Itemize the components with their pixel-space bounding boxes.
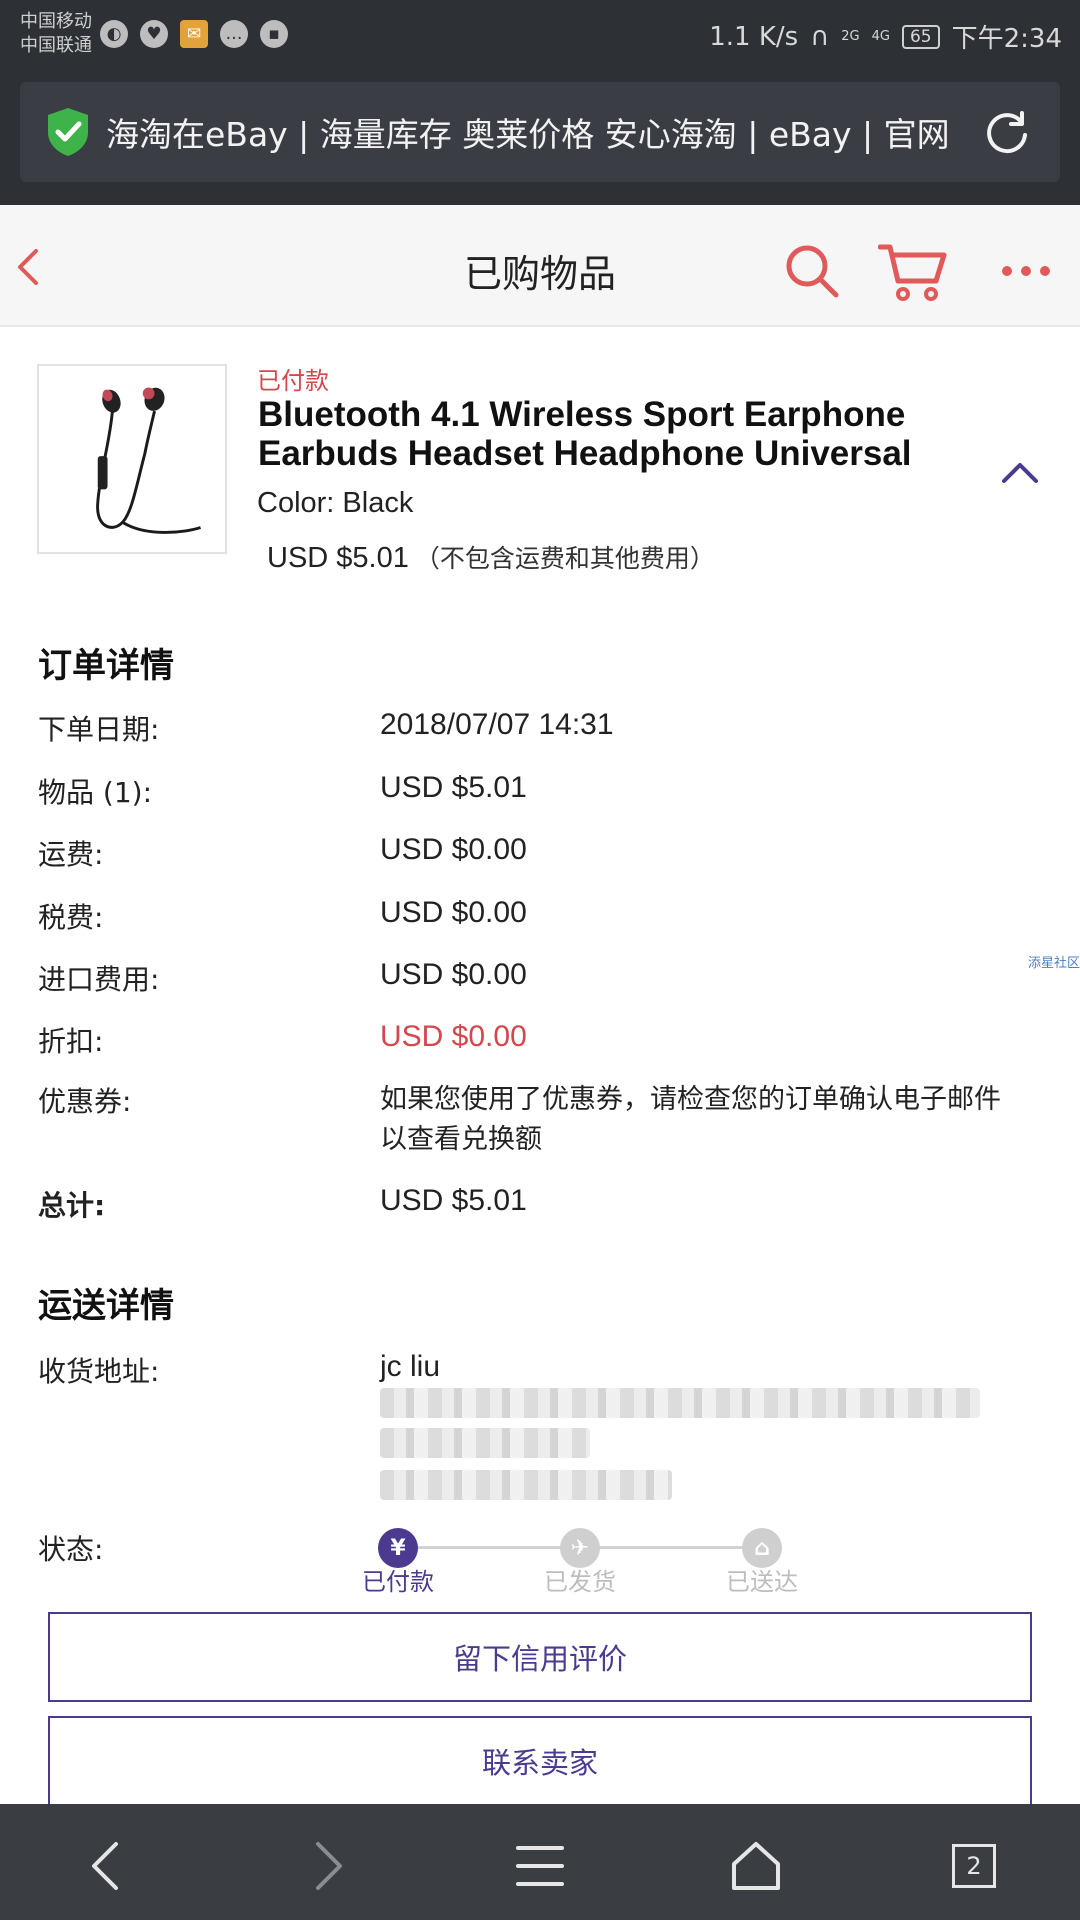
- battery-indicator: 65: [901, 24, 940, 49]
- price-note: （不包含运费和其他费用）: [414, 544, 715, 573]
- watermark: 添星社区: [1028, 956, 1080, 971]
- row-label: 税费:: [38, 901, 104, 934]
- tabs-count-button[interactable]: 2: [952, 1844, 996, 1888]
- app-header: 已购物品: [0, 205, 1080, 327]
- search-icon[interactable]: [784, 243, 840, 299]
- clock: 下午2:34: [951, 24, 1062, 54]
- order-details-heading: 订单详情: [38, 646, 174, 686]
- browser-bottom-nav: 2: [0, 1804, 1080, 1920]
- mail-icon: ✉: [180, 20, 208, 48]
- row-label: 折扣:: [38, 1025, 104, 1058]
- step-label-delivered: 已送达: [726, 1568, 798, 1596]
- product-price: USD $5.01 （不包含运费和其他费用）: [267, 539, 715, 575]
- leave-feedback-button[interactable]: 留下信用评价: [48, 1612, 1032, 1702]
- browser-banner: 海淘在eBay | 海量库存 奥莱价格 安心海淘 | eBay | 官网: [0, 72, 1080, 205]
- row-value: USD $5.01: [380, 1184, 527, 1217]
- row-value: USD $0.00: [380, 833, 527, 866]
- row-value: USD $0.00: [380, 1020, 527, 1053]
- carrier-1: 中国移动: [20, 11, 92, 32]
- row-label: 优惠券:: [38, 1085, 132, 1118]
- product-summary[interactable]: 已付款 Bluetooth 4.1 Wireless Sport Earphon…: [0, 327, 1080, 587]
- address-line-blurred: [380, 1428, 590, 1458]
- address-label: 收货地址:: [38, 1355, 160, 1388]
- chat-icon: …: [220, 20, 248, 48]
- step-label-shipped: 已发货: [544, 1568, 616, 1596]
- cart-icon[interactable]: [878, 243, 948, 303]
- status-label: 状态:: [38, 1533, 104, 1566]
- price-value: USD $5.01: [267, 542, 409, 574]
- product-title[interactable]: Bluetooth 4.1 Wireless Sport Earphone Ea…: [258, 395, 958, 473]
- phone-icon: ▪: [260, 20, 288, 48]
- address-bar[interactable]: 海淘在eBay | 海量库存 奥莱价格 安心海淘 | eBay | 官网: [20, 82, 1060, 182]
- order-status-label: 已付款: [257, 367, 329, 395]
- headphone-icon: ∩: [810, 21, 830, 52]
- more-icon[interactable]: [1000, 263, 1052, 279]
- chevron-up-icon[interactable]: [1000, 459, 1040, 485]
- status-right: 1.1 K/s ∩ 2G 4G 65 下午2:34: [709, 18, 1062, 55]
- health-icon: ♥: [140, 20, 168, 48]
- address-line-blurred: [380, 1388, 980, 1418]
- reload-icon[interactable]: [982, 107, 1032, 157]
- shield-check-icon: [48, 108, 88, 156]
- app-icon: ◐: [100, 20, 128, 48]
- row-value: USD $0.00: [380, 958, 527, 991]
- row-value: USD $0.00: [380, 896, 527, 929]
- menu-icon[interactable]: [512, 1838, 568, 1894]
- row-label: 总计:: [38, 1189, 106, 1222]
- row-label: 运费:: [38, 838, 104, 871]
- row-label: 物品 (1):: [38, 776, 152, 809]
- carrier-2: 中国联通: [20, 35, 92, 56]
- notification-icons: ◐ ♥ ✉ … ▪: [100, 20, 288, 48]
- row-value: 2018/07/07 14:31: [380, 708, 614, 741]
- status-bar: 中国移动 中国联通 ◐ ♥ ✉ … ▪ 1.1 K/s ∩ 2G 4G 65 下…: [0, 0, 1080, 72]
- signal-4g: 4G: [871, 29, 890, 44]
- nav-back-icon[interactable]: [80, 1838, 136, 1894]
- nav-forward-icon[interactable]: [298, 1838, 354, 1894]
- signal-2g: 2G: [841, 29, 860, 44]
- earphone-image: [96, 387, 201, 534]
- address-line-blurred: [380, 1470, 672, 1500]
- home-icon[interactable]: [728, 1838, 784, 1894]
- row-label: 下单日期:: [38, 713, 160, 746]
- contact-seller-button[interactable]: 联系卖家: [48, 1716, 1032, 1804]
- step-label-paid: 已付款: [362, 1568, 434, 1596]
- row-value: 如果您使用了优惠券，请检查您的订单确认电子邮件以查看兑换额: [380, 1084, 1001, 1155]
- recipient-name: jc liu: [380, 1350, 441, 1383]
- page-title: 海淘在eBay | 海量库存 奥莱价格 安心海淘 | eBay | 官网: [106, 115, 950, 154]
- row-value: USD $5.01: [380, 771, 527, 804]
- row-label: 进口费用:: [38, 963, 160, 996]
- product-color: Color: Black: [257, 487, 414, 519]
- product-image[interactable]: [37, 364, 227, 554]
- carrier-info: 中国移动 中国联通: [20, 10, 92, 58]
- shipping-details-heading: 运送详情: [38, 1286, 174, 1326]
- network-speed: 1.1 K/s: [709, 21, 799, 52]
